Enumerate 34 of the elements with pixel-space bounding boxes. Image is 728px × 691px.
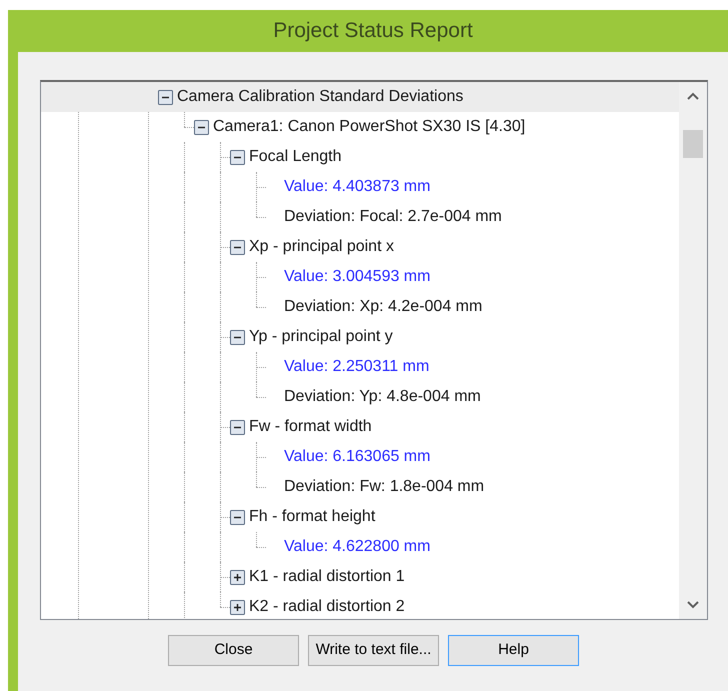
tree-item[interactable]: Value: 4.403873 mm [284, 175, 430, 199]
tree-item[interactable]: Value: 2.250311 mm [284, 355, 430, 379]
collapse-icon[interactable] [194, 120, 209, 134]
tree-item[interactable]: K2 - radial distortion 2 [249, 595, 405, 619]
scroll-thumb[interactable] [683, 130, 703, 158]
expand-icon[interactable] [230, 570, 245, 584]
collapse-icon[interactable] [230, 420, 245, 434]
tree-item[interactable]: Fw - format width [249, 415, 372, 439]
tree-item[interactable]: Value: 3.004593 mm [284, 265, 430, 289]
tree-item[interactable]: Deviation: Yp: 4.8e-004 mm [284, 385, 481, 409]
tree-item[interactable]: Xp - principal point x [249, 235, 394, 259]
tree-item[interactable]: Camera1: Canon PowerShot SX30 IS [4.30] [213, 115, 526, 139]
window-title: Project Status Report [273, 18, 473, 44]
dialog-button[interactable]: Help [448, 635, 579, 666]
collapse-icon[interactable] [230, 150, 245, 164]
dialog-button[interactable]: Close [168, 635, 299, 666]
collapse-icon[interactable] [158, 90, 173, 104]
tree-item[interactable]: Deviation: Focal: 2.7e-004 mm [284, 205, 502, 229]
tree-item[interactable]: Deviation: Xp: 4.2e-004 mm [284, 295, 482, 319]
dialog-button[interactable]: Write to text file... [308, 635, 439, 666]
scrollbar[interactable] [679, 82, 707, 619]
collapse-icon[interactable] [230, 510, 245, 524]
scroll-up-icon[interactable] [687, 92, 699, 100]
tree-item[interactable]: Focal Length [249, 145, 342, 169]
tree-item[interactable]: K1 - radial distortion 1 [249, 565, 405, 589]
tree-item[interactable]: Value: 4.622800 mm [284, 535, 430, 559]
scroll-down-icon[interactable] [687, 601, 699, 609]
collapse-icon[interactable] [230, 240, 245, 254]
tree-item[interactable]: Deviation: Fw: 1.8e-004 mm [284, 475, 484, 499]
collapse-icon[interactable] [230, 330, 245, 344]
tree-item[interactable]: Value: 6.163065 mm [284, 445, 430, 469]
tree-item[interactable]: Yp - principal point y [249, 325, 393, 349]
tree-item[interactable]: Fh - format height [249, 505, 376, 529]
expand-icon[interactable] [230, 600, 245, 614]
